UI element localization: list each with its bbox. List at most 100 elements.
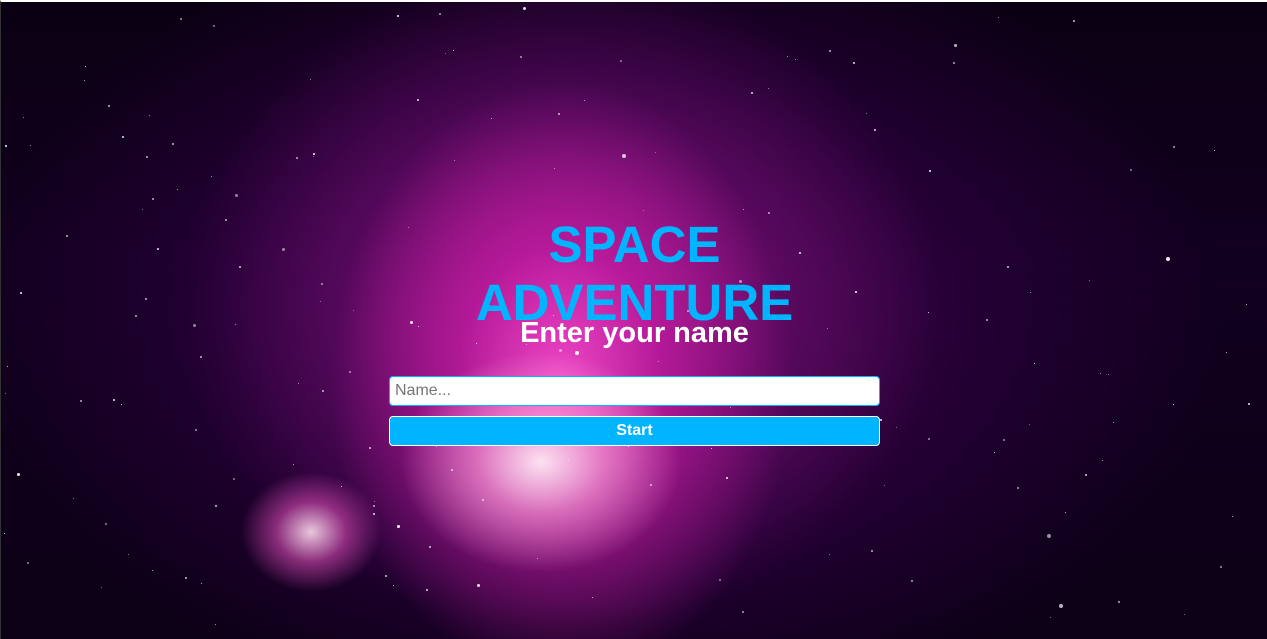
star [1173, 404, 1174, 405]
star [1047, 534, 1051, 538]
star [152, 198, 154, 200]
star [7, 366, 8, 367]
star [853, 62, 855, 64]
star [233, 478, 235, 480]
star [643, 210, 644, 211]
star [235, 194, 238, 197]
star [298, 383, 299, 384]
star [135, 315, 137, 317]
star [142, 209, 143, 210]
star [575, 351, 579, 355]
star [108, 105, 110, 107]
star [128, 554, 129, 555]
star [157, 248, 159, 250]
star [201, 583, 202, 584]
star [1034, 363, 1035, 364]
name-input[interactable] [389, 376, 880, 406]
star [994, 452, 995, 453]
star [928, 438, 930, 440]
star [1214, 150, 1215, 151]
star [177, 189, 178, 190]
star [426, 589, 428, 591]
star [369, 447, 371, 449]
star [393, 585, 394, 586]
star [146, 156, 148, 158]
star [482, 499, 484, 501]
star [1003, 439, 1005, 441]
star [239, 266, 241, 268]
star [397, 15, 399, 17]
star [200, 356, 202, 358]
star [1220, 566, 1222, 568]
star [998, 17, 999, 18]
star [211, 176, 212, 177]
star [180, 18, 182, 20]
star [293, 464, 294, 465]
star [1226, 352, 1227, 353]
star [30, 145, 31, 146]
star [622, 154, 626, 158]
star [113, 399, 115, 401]
star [730, 407, 731, 408]
star [321, 283, 323, 285]
star [353, 310, 354, 311]
star [185, 577, 187, 579]
star [436, 446, 437, 447]
star [145, 298, 147, 300]
star [477, 584, 480, 587]
star [742, 611, 744, 613]
star [726, 477, 728, 479]
star [1089, 280, 1090, 281]
star [928, 312, 929, 313]
star [349, 371, 351, 373]
star [592, 597, 593, 598]
star [454, 160, 455, 161]
star [743, 209, 744, 210]
star [880, 419, 882, 421]
star [1118, 601, 1120, 603]
star [874, 129, 876, 131]
star [1173, 146, 1175, 148]
star [152, 570, 153, 571]
nebula-background: SPACE ADVENTURE Enter your name Start [0, 0, 1267, 639]
star [787, 56, 788, 57]
star [1130, 169, 1132, 171]
star [27, 562, 29, 564]
star [213, 25, 215, 27]
star [429, 546, 431, 548]
star [373, 505, 375, 507]
star [1184, 614, 1185, 615]
star [986, 319, 988, 321]
star [439, 13, 441, 15]
star [1246, 304, 1247, 305]
star [121, 404, 122, 405]
star [1113, 422, 1114, 423]
star [215, 505, 217, 507]
star [23, 117, 24, 118]
star [172, 143, 174, 145]
star [313, 153, 315, 155]
star [80, 400, 82, 402]
star [523, 7, 526, 10]
star [711, 448, 712, 449]
star [554, 168, 555, 169]
star [5, 145, 7, 147]
star [829, 554, 830, 555]
star [768, 212, 770, 214]
star [66, 235, 68, 237]
star [1108, 374, 1109, 375]
star [149, 115, 150, 116]
star [1073, 20, 1075, 22]
star [373, 513, 375, 515]
star [1085, 474, 1087, 476]
star [235, 324, 236, 325]
star [650, 484, 652, 486]
start-button[interactable]: Start [389, 416, 880, 446]
star [795, 59, 796, 60]
star [751, 92, 753, 94]
star [491, 118, 492, 119]
star [341, 486, 342, 487]
star [1017, 487, 1019, 489]
star [4, 533, 5, 534]
star [84, 80, 85, 81]
